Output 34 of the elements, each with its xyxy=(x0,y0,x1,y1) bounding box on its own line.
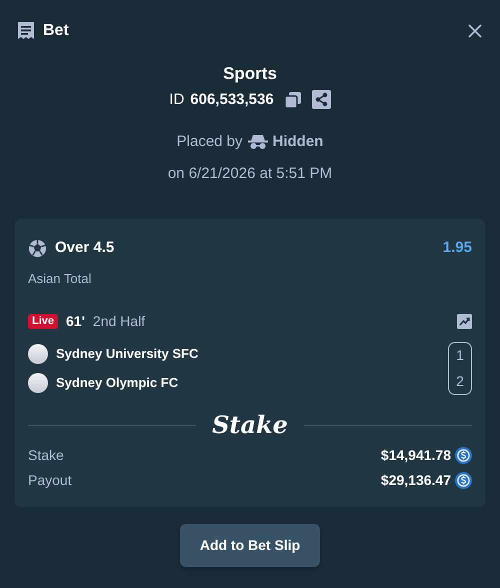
receipt-icon xyxy=(17,21,35,41)
odds-value: 1.95 xyxy=(442,238,472,258)
coin-icon xyxy=(455,447,472,464)
bet-id-label: ID xyxy=(169,90,184,110)
coin-icon xyxy=(455,472,472,489)
selection-name: Over 4.5 xyxy=(55,238,114,258)
market-name: Asian Total xyxy=(28,270,92,288)
team-logo xyxy=(28,373,48,393)
amount-label: Stake xyxy=(28,446,64,465)
incognito-icon xyxy=(248,134,268,150)
close-icon[interactable] xyxy=(467,23,483,39)
bet-category: Sports xyxy=(223,63,277,85)
placed-date: on 6/21/2026 at 5:51 PM xyxy=(168,164,332,184)
team-name: Sydney Olympic FC xyxy=(56,374,178,392)
trend-chart-icon[interactable] xyxy=(457,314,472,329)
brand-logo: Stake xyxy=(212,409,288,441)
live-badge: Live xyxy=(28,314,58,329)
team-score: 1 xyxy=(456,346,464,365)
add-to-bet-slip-button[interactable]: Add to Bet Slip xyxy=(180,524,320,567)
placed-by-label: Placed by xyxy=(176,132,243,152)
dialog-title: Bet xyxy=(43,21,69,41)
copy-icon[interactable] xyxy=(284,90,302,109)
amount-value: $29,136.47 xyxy=(380,471,451,490)
match-period: 2nd Half xyxy=(92,312,146,331)
user-name: Hidden xyxy=(272,132,324,152)
soccer-ball-icon xyxy=(28,238,47,258)
team-name: Sydney University SFC xyxy=(56,345,198,364)
amount-label: Payout xyxy=(28,471,72,490)
share-icon[interactable] xyxy=(312,90,331,110)
team-logo xyxy=(28,344,48,364)
bet-id: 606,533,536 xyxy=(190,90,274,110)
match-minute: 61' xyxy=(66,312,85,331)
amount-value: $14,941.78 xyxy=(380,446,451,465)
team-score: 2 xyxy=(456,372,464,391)
